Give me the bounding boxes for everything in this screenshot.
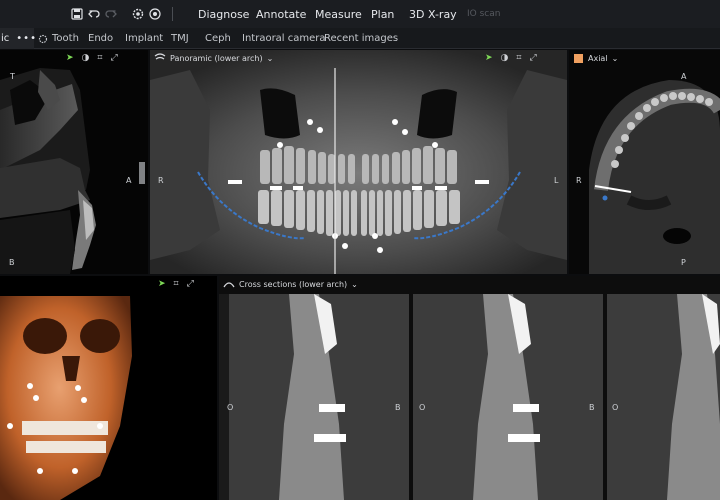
crop-icon[interactable]: ⌗: [174, 279, 179, 289]
orientation-right: L: [554, 176, 559, 185]
tab-tooth-label: Tooth: [52, 33, 79, 44]
arch-icon: [223, 282, 235, 288]
menu-measure[interactable]: Measure: [315, 0, 362, 28]
orientation-bottom: B: [9, 258, 15, 267]
orientation-top: T: [10, 72, 15, 81]
orientation-left: R: [158, 176, 164, 185]
cross-sections-title: Cross sections (lower arch): [239, 279, 348, 289]
panoramic-dropdown-icon[interactable]: ⌄: [267, 54, 274, 63]
expand-icon[interactable]: ⤢: [110, 53, 117, 63]
menu-annotate[interactable]: Annotate: [256, 0, 306, 28]
axial-color-swatch: [574, 53, 583, 63]
panoramic-image: [150, 50, 567, 274]
contrast-icon[interactable]: ◑: [501, 53, 509, 63]
cross-label-2: B: [395, 403, 401, 412]
axial-title: Axial: [588, 53, 608, 63]
axial-header: Axial ⌄: [569, 50, 720, 66]
cursor-icon[interactable]: ➤: [66, 53, 74, 63]
tab-tooth[interactable]: Tooth: [38, 28, 79, 49]
cross-section-images: [219, 294, 720, 500]
menu-3d-xray[interactable]: 3D X-ray: [409, 0, 457, 28]
orientation-right: A: [126, 176, 132, 185]
tooth-settings-icon: [38, 34, 48, 43]
render-3d-view[interactable]: ➤ ⌗ ⤢: [0, 276, 217, 500]
save-icon[interactable]: [70, 7, 84, 21]
render-toolbar: ➤ ⌗ ⤢: [158, 276, 194, 292]
tab-implant[interactable]: Implant: [125, 28, 163, 49]
cross-label-1: O: [227, 403, 234, 412]
more-options-icon[interactable]: •••: [16, 33, 37, 44]
current-layout-tab[interactable]: ic •••: [0, 28, 37, 49]
current-layout-label: ic: [1, 33, 10, 44]
cursor-icon[interactable]: ➤: [485, 53, 493, 63]
undo-icon[interactable]: [87, 7, 101, 21]
crop-icon[interactable]: ⌗: [97, 53, 102, 63]
cross-section-slice: [413, 294, 603, 500]
orientation-top: A: [681, 72, 687, 81]
menu-diagnose[interactable]: Diagnose: [198, 0, 249, 28]
snapshot-icon[interactable]: [148, 7, 162, 21]
cursor-icon[interactable]: ➤: [158, 279, 166, 289]
tab-ceph[interactable]: Ceph: [205, 28, 231, 49]
cross-section-slice: [607, 294, 720, 500]
crop-icon[interactable]: ⌗: [516, 53, 521, 63]
settings-gear-icon[interactable]: [131, 7, 145, 21]
arch-icon: [154, 53, 166, 60]
orientation-left: R: [576, 176, 582, 185]
cross-section-slice: [219, 294, 409, 500]
cross-sections-dropdown-icon[interactable]: ⌄: [351, 280, 358, 289]
menu-io-scan: IO scan: [467, 9, 501, 19]
cross-label-5: O: [612, 403, 619, 412]
sagittal-view[interactable]: ➤ ◑ ⌗ ⤢ T A B: [0, 50, 148, 274]
axial-dropdown-icon[interactable]: ⌄: [612, 54, 619, 63]
cross-sections-view[interactable]: Cross sections (lower arch) ⌄ O B O B O: [219, 276, 720, 500]
tab-intraoral-camera[interactable]: Intraoral camera: [242, 28, 326, 49]
tab-tmj[interactable]: TMJ: [171, 28, 189, 49]
panoramic-view[interactable]: Panoramic (lower arch) ⌄ ➤ ◑ ⌗ ⤢ R L: [150, 50, 567, 274]
cross-sections-header: Cross sections (lower arch) ⌄: [219, 276, 720, 292]
cross-label-4: B: [589, 403, 595, 412]
expand-icon[interactable]: ⤢: [187, 279, 194, 289]
skull-render-image: [0, 276, 217, 500]
axial-view[interactable]: Axial ⌄ A R P: [569, 50, 720, 274]
cross-label-3: O: [419, 403, 426, 412]
menu-plan[interactable]: Plan: [371, 0, 394, 28]
sagittal-image: [0, 50, 148, 274]
panoramic-title: Panoramic (lower arch): [170, 53, 263, 63]
orientation-bottom: P: [681, 258, 686, 267]
toolbar-separator: [172, 7, 173, 21]
axial-image: [569, 50, 720, 274]
panoramic-toolbar: ➤ ◑ ⌗ ⤢: [485, 50, 537, 66]
top-toolbar: Diagnose Annotate Measure Plan 3D X-ray …: [0, 0, 720, 28]
redo-icon[interactable]: [104, 7, 118, 21]
tab-recent-images[interactable]: Recent images: [324, 28, 398, 49]
tab-endo[interactable]: Endo: [88, 28, 113, 49]
contrast-icon[interactable]: ◑: [82, 53, 90, 63]
expand-icon[interactable]: ⤢: [529, 53, 536, 63]
view-tab-bar: ic ••• Tooth Endo Implant TMJ Ceph Intra…: [0, 28, 720, 49]
sagittal-toolbar: ➤ ◑ ⌗ ⤢: [66, 50, 118, 66]
